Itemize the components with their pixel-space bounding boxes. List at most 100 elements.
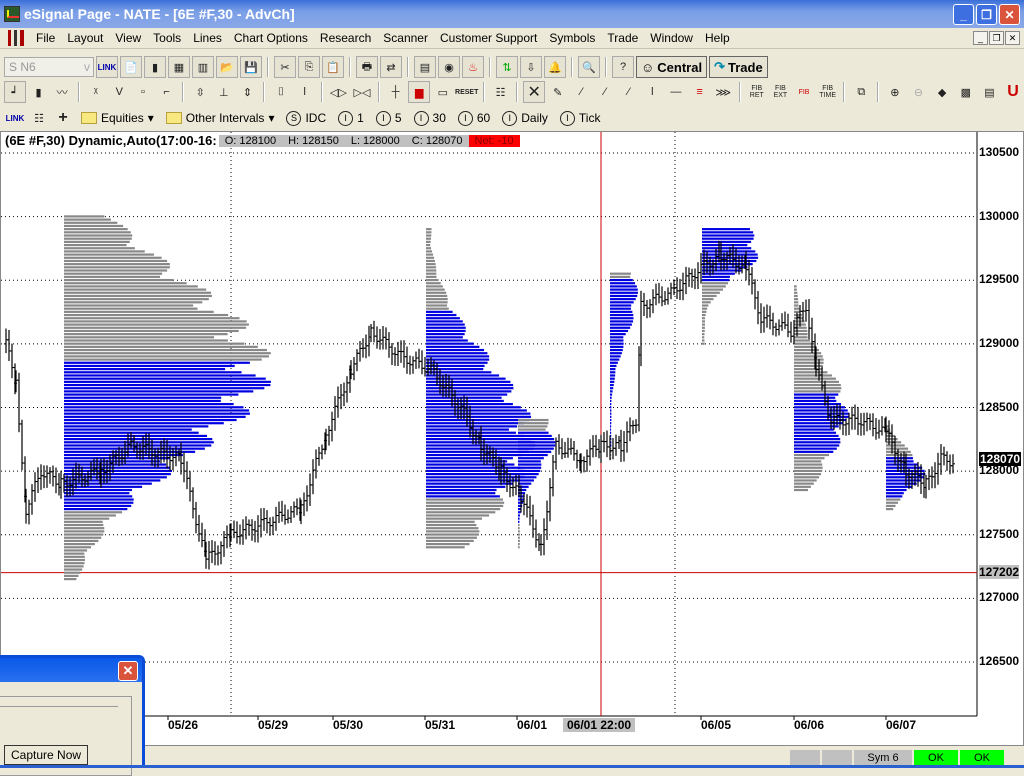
dialog-close-button[interactable]: ✕	[118, 661, 138, 681]
capture-now-button[interactable]: Capture Now	[4, 745, 89, 765]
menu-layout[interactable]: Layout	[61, 31, 109, 45]
bar-width-icon[interactable]: ǀ	[294, 81, 316, 103]
crosshair-icon[interactable]: ┼	[385, 81, 407, 103]
save-icon[interactable]: 💾	[240, 56, 262, 78]
vertical-line-icon[interactable]: ǀ	[641, 81, 663, 103]
scale-icon[interactable]: ⇕	[237, 81, 259, 103]
scroll-right-icon[interactable]: ▷◁	[351, 81, 373, 103]
price-chart[interactable]	[1, 132, 1024, 747]
horizontal-line-icon[interactable]: —	[665, 81, 687, 103]
alert-bell-icon[interactable]: 🔔	[544, 56, 566, 78]
central-button[interactable]: ☺ Central	[636, 56, 708, 78]
ray-icon[interactable]: ⁄	[594, 81, 616, 103]
add-icon[interactable]: +	[52, 107, 74, 129]
owl-icon[interactable]: ◉	[438, 56, 460, 78]
volume-profile-bar	[64, 231, 131, 234]
extended-line-icon[interactable]: ⁄	[618, 81, 640, 103]
link-icon[interactable]: LINK	[96, 56, 118, 78]
fib-arc-icon[interactable]: FIB	[793, 81, 815, 103]
renko-icon[interactable]: ▫	[132, 81, 154, 103]
compress-icon[interactable]: ⇳	[189, 81, 211, 103]
search-icon[interactable]: 🔍	[578, 56, 600, 78]
menu-research[interactable]: Research	[314, 31, 377, 45]
close-button[interactable]: ✕	[999, 4, 1020, 25]
candlestick-style-icon[interactable]: ▮	[28, 81, 50, 103]
restore-button[interactable]: ❐	[976, 4, 997, 25]
interval-30-button[interactable]: I 30	[409, 110, 451, 126]
copy-icon[interactable]: ⎘	[298, 56, 320, 78]
new-page-icon[interactable]: 📄	[120, 56, 142, 78]
volume-profile-bar	[794, 425, 839, 428]
interval-60-button[interactable]: I 60	[453, 110, 495, 126]
menu-scanner[interactable]: Scanner	[377, 31, 434, 45]
menu-trade[interactable]: Trade	[601, 31, 644, 45]
other-intervals-dropdown[interactable]: Other Intervals ▾	[161, 111, 280, 125]
interval-tick-button[interactable]: I Tick	[555, 110, 606, 126]
bar-chart-style-icon[interactable]: ┙	[4, 81, 26, 103]
symbol-input[interactable]: S N6	[4, 57, 94, 77]
menu-chart-options[interactable]: Chart Options	[228, 31, 314, 45]
mdi-close-button[interactable]: ✕	[1005, 31, 1020, 45]
mdi-minimize-button[interactable]: _	[973, 31, 988, 45]
step-icon[interactable]: ⌐	[156, 81, 178, 103]
grid-icon[interactable]: ▩	[955, 81, 977, 103]
chart-window[interactable]: (6E #F,30) Dynamic,Auto(17:00-16: O: 128…	[0, 131, 1024, 746]
notes-icon[interactable]: ▤	[979, 81, 1001, 103]
interval-5-button[interactable]: I5	[371, 110, 407, 126]
fib-ext-icon[interactable]: FIB EXT	[770, 81, 792, 103]
menu-view[interactable]: View	[109, 31, 147, 45]
new-quote-icon[interactable]: ▦	[168, 56, 190, 78]
zoom-in-icon[interactable]: ⊕	[884, 81, 906, 103]
hot-list-icon[interactable]: ♨	[462, 56, 484, 78]
menu-lines[interactable]: Lines	[187, 31, 228, 45]
eraser-icon[interactable]: ◆	[931, 81, 953, 103]
menu-customer-support[interactable]: Customer Support	[434, 31, 543, 45]
link-window-icon[interactable]: ⇄	[380, 56, 402, 78]
cut-icon[interactable]: ✂	[274, 56, 296, 78]
pencil-icon[interactable]: ✎	[547, 81, 569, 103]
equities-dropdown[interactable]: Equities ▾	[76, 111, 159, 125]
line-style-icon[interactable]: 〰	[51, 81, 73, 103]
properties-icon[interactable]: ☷	[28, 107, 50, 129]
minimize-button[interactable]: _	[953, 4, 974, 25]
interval-1-button[interactable]: I1	[333, 110, 369, 126]
print-icon[interactable]: 🖶	[356, 56, 378, 78]
color-bars-icon[interactable]: ▆	[408, 81, 431, 103]
gann-fan-icon[interactable]: ⋙	[712, 81, 734, 103]
menu-window[interactable]: Window	[644, 31, 699, 45]
up-down-arrows-icon[interactable]: ⇅	[496, 56, 518, 78]
mdi-restore-button[interactable]: ❐	[989, 31, 1004, 45]
download-icon[interactable]: ⇩	[520, 56, 542, 78]
portfolio-icon[interactable]: ▥	[192, 56, 214, 78]
idc-button[interactable]: S IDC	[281, 110, 331, 126]
trade-button[interactable]: ↷ Trade	[709, 56, 768, 78]
menu-symbols[interactable]: Symbols	[543, 31, 601, 45]
menu-help[interactable]: Help	[699, 31, 736, 45]
trendline-icon[interactable]: ⁄	[571, 81, 593, 103]
scroll-left-icon[interactable]: ◁▷	[328, 81, 350, 103]
properties-icon[interactable]: ☷	[490, 81, 512, 103]
expand-icon[interactable]: ⊥	[213, 81, 235, 103]
menu-file[interactable]: File	[30, 31, 61, 45]
magnet-icon[interactable]: U	[1002, 81, 1024, 103]
shapes-icon[interactable]: ⧉	[850, 81, 872, 103]
paste-icon[interactable]: 📋	[322, 56, 344, 78]
help-cursor-icon[interactable]: ?	[612, 56, 634, 78]
link-icon[interactable]: LINK	[4, 107, 26, 129]
bar-spacing-icon[interactable]: ⌷	[270, 81, 292, 103]
reset-button[interactable]: RESET	[455, 81, 478, 103]
chart-window-icon[interactable]	[8, 30, 24, 46]
open-folder-icon[interactable]: 📂	[216, 56, 238, 78]
channel-icon[interactable]: ≡	[689, 81, 711, 103]
new-chart-icon[interactable]: ▮	[144, 56, 166, 78]
toggle-icon[interactable]: ▭	[432, 81, 454, 103]
fib-time-icon[interactable]: FIB TIME	[817, 81, 839, 103]
delete-drawing-icon[interactable]: ✕	[523, 81, 545, 103]
menu-tools[interactable]: Tools	[147, 31, 187, 45]
interval-daily-button[interactable]: I Daily	[497, 110, 553, 126]
fib-ret-icon[interactable]: FIB RET	[746, 81, 768, 103]
kagi-icon[interactable]: V	[109, 81, 131, 103]
ticker-icon[interactable]: ▤	[414, 56, 436, 78]
zoom-out-icon[interactable]: ⊖	[908, 81, 930, 103]
point-figure-icon[interactable]: ᵡ	[85, 81, 107, 103]
